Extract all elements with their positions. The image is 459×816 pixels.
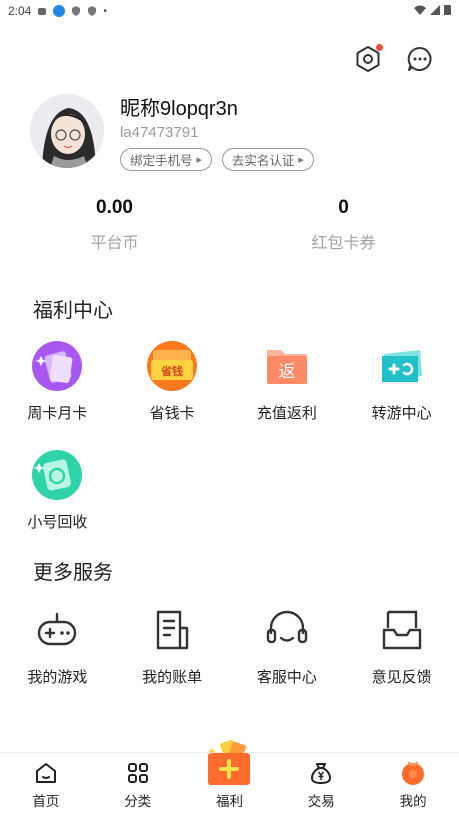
saving-badge-text: 省钱 — [160, 364, 183, 378]
welfare-item-label: 转游中心 — [371, 405, 432, 422]
nav-mine[interactable]: 我的 — [367, 753, 459, 816]
mine-icon — [402, 761, 425, 785]
platform-coin-label: 平台币 — [90, 235, 139, 252]
service-item-my-games[interactable]: 我的游戏 — [0, 604, 115, 687]
welfare-item-money-saving-card[interactable]: 省钱 省钱卡 — [115, 340, 230, 423]
welfare-grid: 周卡月卡 省钱 省钱卡 返 充值返利 转游中心 小号回收 — [0, 340, 459, 532]
nav-category[interactable]: 分类 — [92, 753, 184, 816]
welfare-item-account-recycle[interactable]: 小号回收 — [0, 449, 115, 532]
wallet-stats: 0.00 平台币 0 红包卡券 — [0, 196, 459, 253]
platform-coin-stat[interactable]: 0.00 平台币 — [0, 196, 229, 253]
avatar[interactable] — [30, 94, 104, 168]
cat-notification-icon — [38, 8, 47, 15]
nav-label: 交易 — [307, 794, 335, 809]
service-item-customer-service[interactable]: 客服中心 — [230, 604, 345, 687]
verify-label: 去实名认证 — [231, 154, 295, 168]
nav-label: 首页 — [32, 794, 60, 809]
message-button[interactable] — [405, 44, 435, 74]
notification-badge — [376, 44, 383, 51]
coupon-value: 0 — [338, 197, 349, 218]
dot-icon: • — [103, 5, 107, 17]
shield-icon — [88, 6, 97, 16]
service-item-feedback[interactable]: 意见反馈 — [344, 604, 459, 687]
home-icon — [35, 763, 56, 783]
gamepad-icon — [38, 612, 77, 646]
coupon-stat[interactable]: 0 红包卡券 — [229, 196, 458, 253]
game-transfer-icon — [381, 350, 422, 382]
welfare-section-title: 福利中心 — [33, 300, 113, 322]
header-actions — [353, 44, 435, 74]
settings-button[interactable] — [353, 44, 383, 74]
trade-bag-icon — [311, 763, 332, 784]
battery-icon — [444, 5, 451, 15]
nav-label: 我的 — [399, 794, 427, 809]
verify-identity-button[interactable]: 去实名认证 ▶ — [221, 148, 314, 171]
coupon-label: 红包卡券 — [311, 235, 376, 252]
status-bar: 2:04 • — [0, 0, 459, 22]
signal-icon — [430, 4, 440, 15]
rebate-badge-text: 返 — [278, 362, 295, 382]
download-icon — [53, 5, 66, 17]
bill-icon — [156, 610, 189, 650]
money-saving-card-icon: 省钱 — [147, 341, 198, 391]
welfare-item-label: 小号回收 — [27, 514, 88, 531]
nav-label: 分类 — [124, 794, 152, 809]
platform-coin-value: 0.00 — [96, 197, 133, 218]
welfare-item-label: 省钱卡 — [149, 405, 195, 422]
caret-right-icon: ▶ — [196, 156, 202, 164]
nickname: 昵称9lopqr3n — [120, 98, 238, 120]
bottom-nav: 首页 分类 福利 交易 我的 — [0, 739, 459, 816]
status-time: 2:04 — [8, 4, 32, 18]
nav-welfare[interactable]: 福利 — [184, 739, 276, 816]
user-id: la47473791 — [120, 124, 199, 141]
welfare-item-label: 周卡月卡 — [27, 405, 88, 422]
recharge-rebate-icon: 返 — [266, 350, 307, 384]
feedback-icon — [382, 610, 421, 650]
service-item-label: 我的游戏 — [27, 669, 88, 686]
caret-right-icon: ▶ — [298, 156, 304, 164]
service-item-label: 我的账单 — [142, 669, 203, 686]
welfare-item-label: 充值返利 — [256, 405, 317, 422]
welfare-item-weekly-monthly-card[interactable]: 周卡月卡 — [0, 340, 115, 423]
service-item-my-bill[interactable]: 我的账单 — [115, 604, 230, 687]
shield-icon — [72, 6, 81, 16]
service-item-label: 客服中心 — [256, 669, 317, 686]
services-section-title: 更多服务 — [33, 562, 113, 584]
bind-phone-label: 绑定手机号 — [130, 154, 193, 168]
nav-trade[interactable]: 交易 — [275, 753, 367, 816]
headset-icon — [266, 610, 308, 644]
message-icon — [407, 46, 432, 71]
service-item-label: 意见反馈 — [371, 669, 432, 686]
welfare-item-game-transfer[interactable]: 转游中心 — [344, 340, 459, 423]
welfare-item-recharge-rebate[interactable]: 返 充值返利 — [230, 340, 345, 423]
services-grid: 我的游戏 我的账单 客服中心 意见反馈 — [0, 604, 459, 687]
wifi-icon — [414, 5, 426, 15]
welfare-gift-icon — [208, 739, 251, 785]
bind-phone-button[interactable]: 绑定手机号 ▶ — [120, 148, 212, 171]
nav-home[interactable]: 首页 — [0, 753, 92, 816]
avatar-image — [30, 94, 104, 168]
profile-card: 昵称9lopqr3n la47473791 绑定手机号 ▶ 去实名认证 ▶ — [30, 94, 314, 171]
category-icon — [127, 763, 148, 783]
nav-label: 福利 — [215, 794, 243, 809]
weekly-monthly-card-icon — [32, 341, 83, 391]
account-recycle-icon — [32, 450, 83, 500]
